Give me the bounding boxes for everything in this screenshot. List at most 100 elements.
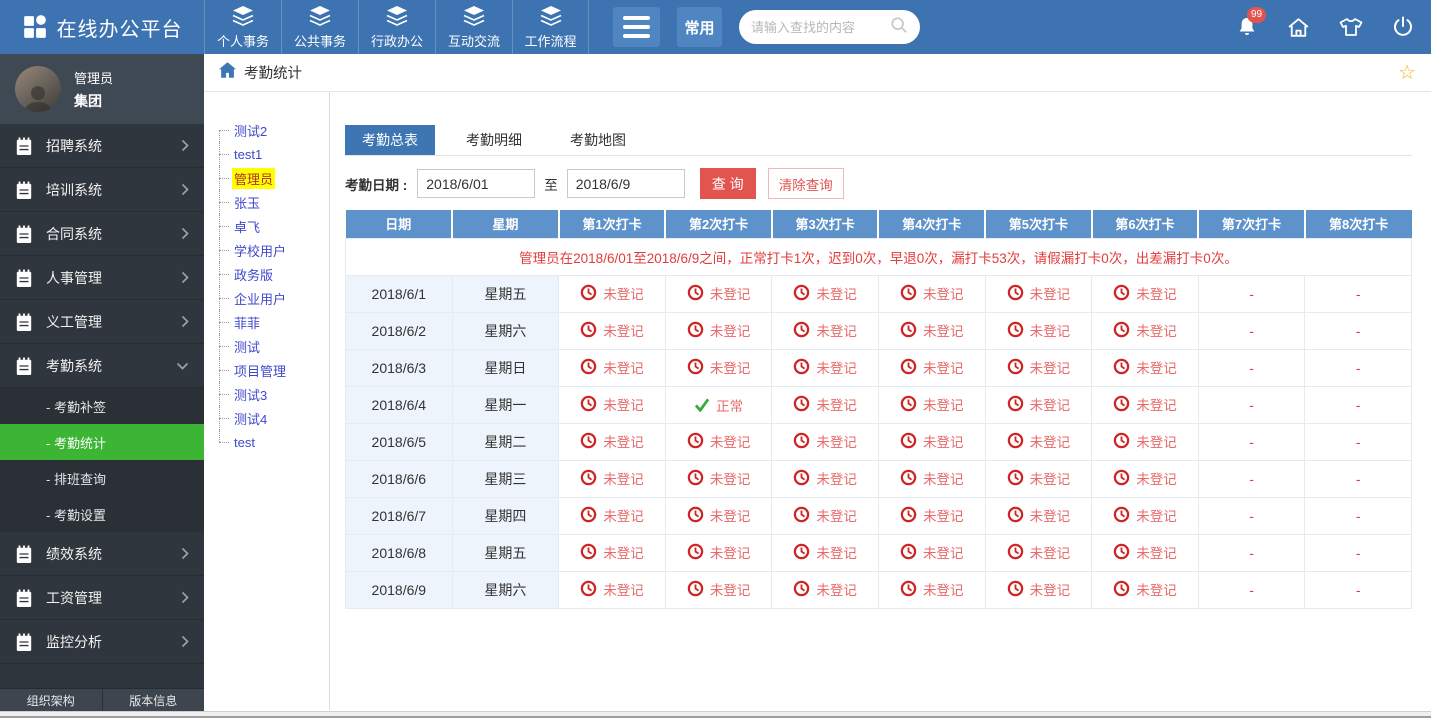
punch-cell-dash: - <box>1198 460 1305 497</box>
tree-item-1[interactable]: test1 <box>216 142 329 166</box>
menu-toggle-button[interactable] <box>613 7 660 47</box>
sidebar-item-label: 绩效系统 <box>46 544 168 564</box>
tree-item-5[interactable]: 学校用户 <box>216 238 329 262</box>
punch-cell-dash: - <box>1198 497 1305 534</box>
nav-item-4[interactable]: 工作流程 <box>512 0 589 54</box>
theme-tshirt-icon[interactable] <box>1338 15 1364 39</box>
nav-item-2[interactable]: 行政办公 <box>358 0 435 54</box>
table-header-cell: 第2次打卡 <box>665 210 772 238</box>
sidebar-item-5[interactable]: 考勤系统 <box>0 344 204 388</box>
tree-item-label: 菲菲 <box>232 312 262 333</box>
user-avatar <box>15 66 61 112</box>
punch-cell-absent: 未登记 <box>985 386 1092 423</box>
search-icon[interactable] <box>890 16 908 39</box>
punch-cell-absent: 未登记 <box>1092 349 1199 386</box>
clock-icon <box>687 506 704 523</box>
punch-cell-absent: 未登记 <box>1092 534 1199 571</box>
nav-item-0[interactable]: 个人事务 <box>204 0 281 54</box>
clock-icon <box>1007 506 1024 523</box>
notebook-icon <box>15 544 33 564</box>
punch-cell-absent: 未登记 <box>665 497 772 534</box>
punch-cell-absent: 未登记 <box>559 423 666 460</box>
date-to-input[interactable] <box>567 169 685 198</box>
punch-cell-dash: - <box>1198 349 1305 386</box>
tree-item-13[interactable]: test <box>216 430 329 454</box>
sidebar-subitem-0[interactable]: - 考勤补签 <box>0 388 204 424</box>
punch-cell-absent: 未登记 <box>1092 386 1199 423</box>
nav-item-3[interactable]: 互动交流 <box>435 0 512 54</box>
date-from-input[interactable] <box>417 169 535 198</box>
punch-cell-dash: - <box>1305 571 1412 608</box>
home-icon[interactable] <box>1286 15 1311 40</box>
sidebar-item-0[interactable]: 招聘系统 <box>0 124 204 168</box>
tree-item-10[interactable]: 项目管理 <box>216 358 329 382</box>
tab-0[interactable]: 考勤总表 <box>345 125 435 155</box>
tree-item-label: 学校用户 <box>232 240 288 261</box>
notebook-icon <box>15 632 33 652</box>
sidebar-item-6[interactable]: 绩效系统 <box>0 532 204 576</box>
tab-1[interactable]: 考勤明细 <box>449 125 539 155</box>
org-structure-button[interactable]: 组织架构 <box>0 689 103 711</box>
bottom-strip <box>0 711 1431 718</box>
sidebar-item-label: 合同系统 <box>46 224 168 244</box>
sidebar-subitem-2[interactable]: - 排班查询 <box>0 460 204 496</box>
user-card[interactable]: 管理员 集团 <box>0 54 204 124</box>
tree-item-7[interactable]: 企业用户 <box>216 286 329 310</box>
topbar-nav: 个人事务公共事务行政办公互动交流工作流程 <box>204 0 589 54</box>
clock-icon <box>900 284 917 301</box>
sidebar-item-label: 监控分析 <box>46 632 168 652</box>
table-row: 2018/6/6星期三未登记未登记未登记未登记未登记未登记-- <box>346 460 1412 497</box>
sidebar-item-1[interactable]: 培训系统 <box>0 168 204 212</box>
clock-icon <box>687 543 704 560</box>
sidebar-item-8[interactable]: 监控分析 <box>0 620 204 664</box>
app-logo: 在线办公平台 <box>0 0 204 54</box>
table-header-cell: 第7次打卡 <box>1198 210 1305 238</box>
favorite-star-icon[interactable]: ☆ <box>1398 63 1416 83</box>
tree-item-9[interactable]: 测试 <box>216 334 329 358</box>
nav-item-1[interactable]: 公共事务 <box>281 0 358 54</box>
version-info-button[interactable]: 版本信息 <box>103 689 205 711</box>
sidebar-item-4[interactable]: 义工管理 <box>0 300 204 344</box>
notebook-icon <box>15 588 33 608</box>
tree-item-6[interactable]: 政务版 <box>216 262 329 286</box>
sidebar-subitem-1[interactable]: - 考勤统计 <box>0 424 204 460</box>
tree-item-8[interactable]: 菲菲 <box>216 310 329 334</box>
app-window: 在线办公平台 个人事务公共事务行政办公互动交流工作流程 常用 99 <box>0 0 1431 718</box>
punch-cell-dash: - <box>1198 312 1305 349</box>
date-cell: 2018/6/2 <box>346 312 453 349</box>
sidebar-item-3[interactable]: 人事管理 <box>0 256 204 300</box>
sidebar-item-2[interactable]: 合同系统 <box>0 212 204 256</box>
tab-2[interactable]: 考勤地图 <box>553 125 643 155</box>
punch-cell-absent: 未登记 <box>772 349 879 386</box>
notifications-bell-icon[interactable]: 99 <box>1235 15 1259 39</box>
date-cell: 2018/6/3 <box>346 349 453 386</box>
tree-item-label: 政务版 <box>232 264 275 285</box>
chevron-right-icon <box>181 271 189 284</box>
clock-icon <box>580 395 597 412</box>
user-tree-panel: 测试2test1管理员张玉卓飞学校用户政务版企业用户菲菲测试项目管理测试3测试4… <box>204 92 330 710</box>
tree-item-12[interactable]: 测试4 <box>216 406 329 430</box>
punch-cell-absent: 未登记 <box>985 460 1092 497</box>
query-button[interactable]: 查 询 <box>700 168 756 199</box>
clock-icon <box>793 395 810 412</box>
tree-item-2[interactable]: 管理员 <box>216 166 329 190</box>
attendance-panel: 考勤总表考勤明细考勤地图 考勤日期 : 至 查 询 清除查询 日期星期第1次打卡… <box>330 92 1431 710</box>
frequent-button[interactable]: 常用 <box>677 7 722 47</box>
punch-cell-absent: 未登记 <box>985 312 1092 349</box>
punch-cell-absent: 未登记 <box>772 497 879 534</box>
sidebar-subitem-3[interactable]: - 考勤设置 <box>0 496 204 532</box>
search-input[interactable] <box>751 20 890 35</box>
punch-cell-absent: 未登记 <box>1092 423 1199 460</box>
clear-query-button[interactable]: 清除查询 <box>768 168 844 199</box>
sidebar-item-7[interactable]: 工资管理 <box>0 576 204 620</box>
punch-cell-absent: 未登记 <box>878 460 985 497</box>
tree-item-3[interactable]: 张玉 <box>216 190 329 214</box>
tree-item-11[interactable]: 测试3 <box>216 382 329 406</box>
breadcrumb-home-icon <box>219 62 236 83</box>
punch-cell-absent: 未登记 <box>1092 275 1199 312</box>
tree-item-4[interactable]: 卓飞 <box>216 214 329 238</box>
punch-cell-absent: 未登记 <box>559 534 666 571</box>
tree-item-0[interactable]: 测试2 <box>216 118 329 142</box>
power-logout-icon[interactable] <box>1391 15 1415 39</box>
table-row: 2018/6/9星期六未登记未登记未登记未登记未登记未登记-- <box>346 571 1412 608</box>
